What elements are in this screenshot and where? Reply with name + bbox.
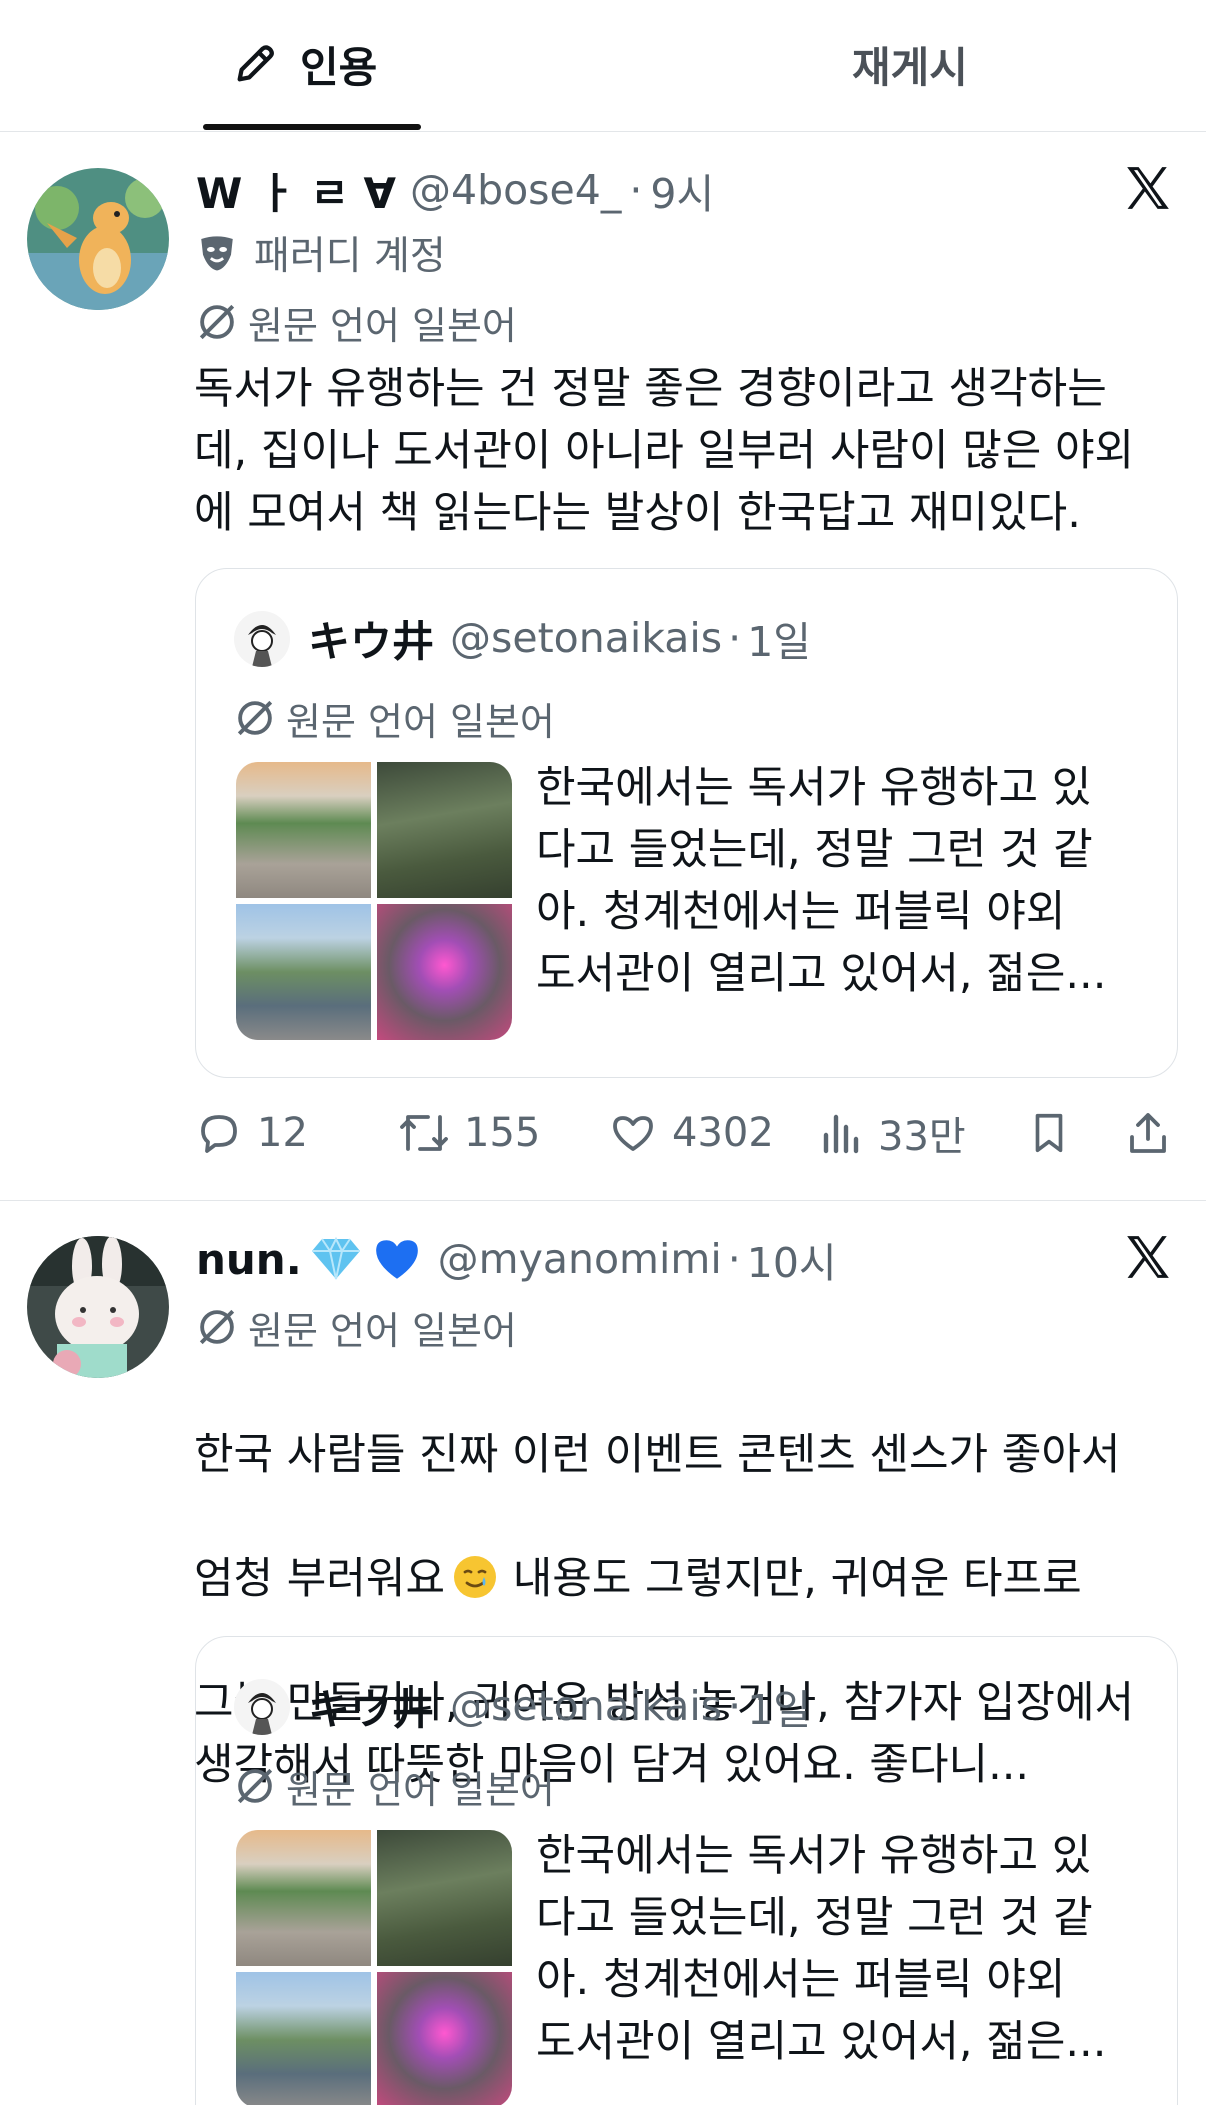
quoted-post-card[interactable]: キウ井 @setonaikais · 1일 원문 언어 일본어 한국에서는 독서… xyxy=(195,1636,1178,2105)
parody-label: 패러디 계정 xyxy=(254,234,446,279)
active-tab-indicator xyxy=(203,124,421,130)
repost-button[interactable]: 155 xyxy=(398,1098,540,1168)
translate-icon xyxy=(199,1309,235,1345)
quote-translated-from[interactable]: 원문 언어 일본어 xyxy=(234,691,555,745)
translate-icon xyxy=(237,700,273,736)
media-thumbnail xyxy=(236,762,371,898)
dot-separator: · xyxy=(727,1235,741,1283)
reply-count: 12 xyxy=(257,1110,308,1156)
quote-translate-label: 원문 언어 일본어 xyxy=(286,699,555,744)
post-time[interactable]: 9시 xyxy=(650,160,714,220)
tab-bar: 인용 재게시 xyxy=(0,0,1206,132)
parody-mask-icon xyxy=(201,236,233,271)
quote-avatar xyxy=(234,611,290,667)
quote-text: 한국에서는 독서가 유행하고 있 다고 들었는데, 정말 그런 것 같 아. 청… xyxy=(536,1831,1107,2067)
display-name[interactable]: W ㅏ ㄹ ∀ xyxy=(196,160,396,221)
post-text-line: 한국 사람들 진짜 이런 이벤트 콘텐츠 센스가 좋아서 xyxy=(194,1430,1121,1480)
pencil-icon xyxy=(237,45,274,82)
quote-avatar xyxy=(234,1679,290,1735)
views-button[interactable]: 33만 xyxy=(820,1098,966,1168)
quote-time: 1일 xyxy=(747,1686,812,1734)
translate-icon xyxy=(237,1768,273,1804)
media-thumbnail xyxy=(377,904,512,1040)
quote-translated-from[interactable]: 원문 언어 일본어 xyxy=(234,1759,555,1813)
like-button[interactable]: 4302 xyxy=(608,1098,774,1168)
quote-display-name: キウ井 xyxy=(308,1684,435,1734)
post-header: nun. @myanomimi · 10시 xyxy=(196,1228,837,1290)
avatar-dragon-image xyxy=(27,168,169,310)
reply-button[interactable]: 12 xyxy=(195,1098,308,1168)
quote-media-grid[interactable] xyxy=(236,762,512,1040)
views-icon xyxy=(823,1114,859,1154)
quote-handle: @setonaikais xyxy=(450,614,723,662)
quote-translate-label: 원문 언어 일본어 xyxy=(286,1767,555,1812)
display-name[interactable]: nun. xyxy=(196,1235,302,1284)
media-thumbnail xyxy=(377,1972,512,2105)
post-text: 독서가 유행하는 건 정말 좋은 경향이라고 생각하는 데, 집이나 도서관이 … xyxy=(194,364,1135,538)
quote-header: キウ井 @setonaikais · 1일 xyxy=(308,609,811,667)
post-text-line: 엄청 부러워요 내용도 그렇지만, 귀여운 타프로 xyxy=(194,1548,1184,1610)
quote-time: 1일 xyxy=(747,618,812,666)
like-icon xyxy=(613,1116,653,1151)
quote-header: キウ井 @setonaikais · 1일 xyxy=(308,1677,811,1735)
translate-label: 원문 언어 일본어 xyxy=(248,1308,517,1353)
tab-reposts[interactable]: 재게시 xyxy=(852,34,968,94)
like-count: 4302 xyxy=(672,1110,774,1156)
dot-separator: · xyxy=(728,614,742,662)
tab-quotes[interactable]: 인용 xyxy=(232,34,377,94)
avatar[interactable] xyxy=(27,1236,169,1378)
bookmark-button[interactable] xyxy=(1026,1098,1086,1168)
post-time[interactable]: 10시 xyxy=(747,1229,837,1289)
quoted-post-card[interactable]: キウ井 @setonaikais · 1일 원문 언어 일본어 한국에서는 독서… xyxy=(195,568,1178,1078)
repost-icon xyxy=(400,1115,448,1151)
teary-smile-emoji xyxy=(454,1556,497,1598)
post-text-segment: 내용도 그렇지만, 귀여운 타프로 xyxy=(499,1554,1082,1604)
quote-media-grid[interactable] xyxy=(236,1830,512,2105)
avatar[interactable] xyxy=(27,168,169,310)
tab-quotes-label: 인용 xyxy=(300,42,378,92)
post-header: W ㅏ ㄹ ∀ @4bose4_ · 9시 xyxy=(196,160,714,220)
tab-reposts-label: 재게시 xyxy=(852,42,968,92)
x-logo-icon xyxy=(1127,167,1169,209)
media-thumbnail xyxy=(377,1830,512,1966)
x-logo-icon xyxy=(1127,1236,1169,1278)
avatar-bunny-plush-image xyxy=(27,1236,169,1378)
bookmark-icon xyxy=(1035,1113,1063,1153)
media-thumbnail xyxy=(236,1972,371,2105)
diamond-emoji xyxy=(311,1236,360,1280)
translate-icon xyxy=(199,304,235,340)
dot-separator: · xyxy=(728,1682,742,1730)
translated-from[interactable]: 원문 언어 일본어 xyxy=(196,295,517,349)
translated-from[interactable]: 원문 언어 일본어 xyxy=(196,1300,517,1354)
media-thumbnail xyxy=(377,762,512,898)
handle[interactable]: @4bose4_ xyxy=(410,166,621,214)
quote-display-name: キウ井 xyxy=(308,616,435,666)
post-actions: 12 155 4302 33만 xyxy=(0,1098,1206,1168)
parody-badge: 패러디 계정 xyxy=(196,225,446,281)
blue-heart-emoji xyxy=(375,1240,418,1279)
post-text-segment: 엄청 부러워요 xyxy=(194,1554,446,1604)
quote-handle: @setonaikais xyxy=(450,1682,723,1730)
media-thumbnail xyxy=(236,904,371,1040)
share-icon xyxy=(1130,1113,1166,1153)
share-button[interactable] xyxy=(1124,1098,1186,1168)
reply-icon xyxy=(201,1115,237,1153)
handle[interactable]: @myanomimi xyxy=(438,1235,722,1283)
media-thumbnail xyxy=(236,1830,371,1966)
post-divider xyxy=(0,1200,1206,1201)
quote-text: 한국에서는 독서가 유행하고 있 다고 들었는데, 정말 그런 것 같 아. 청… xyxy=(536,763,1107,999)
view-count: 33만 xyxy=(878,1114,966,1160)
dot-separator: · xyxy=(629,166,643,214)
translate-label: 원문 언어 일본어 xyxy=(248,303,517,348)
repost-count: 155 xyxy=(464,1110,541,1156)
